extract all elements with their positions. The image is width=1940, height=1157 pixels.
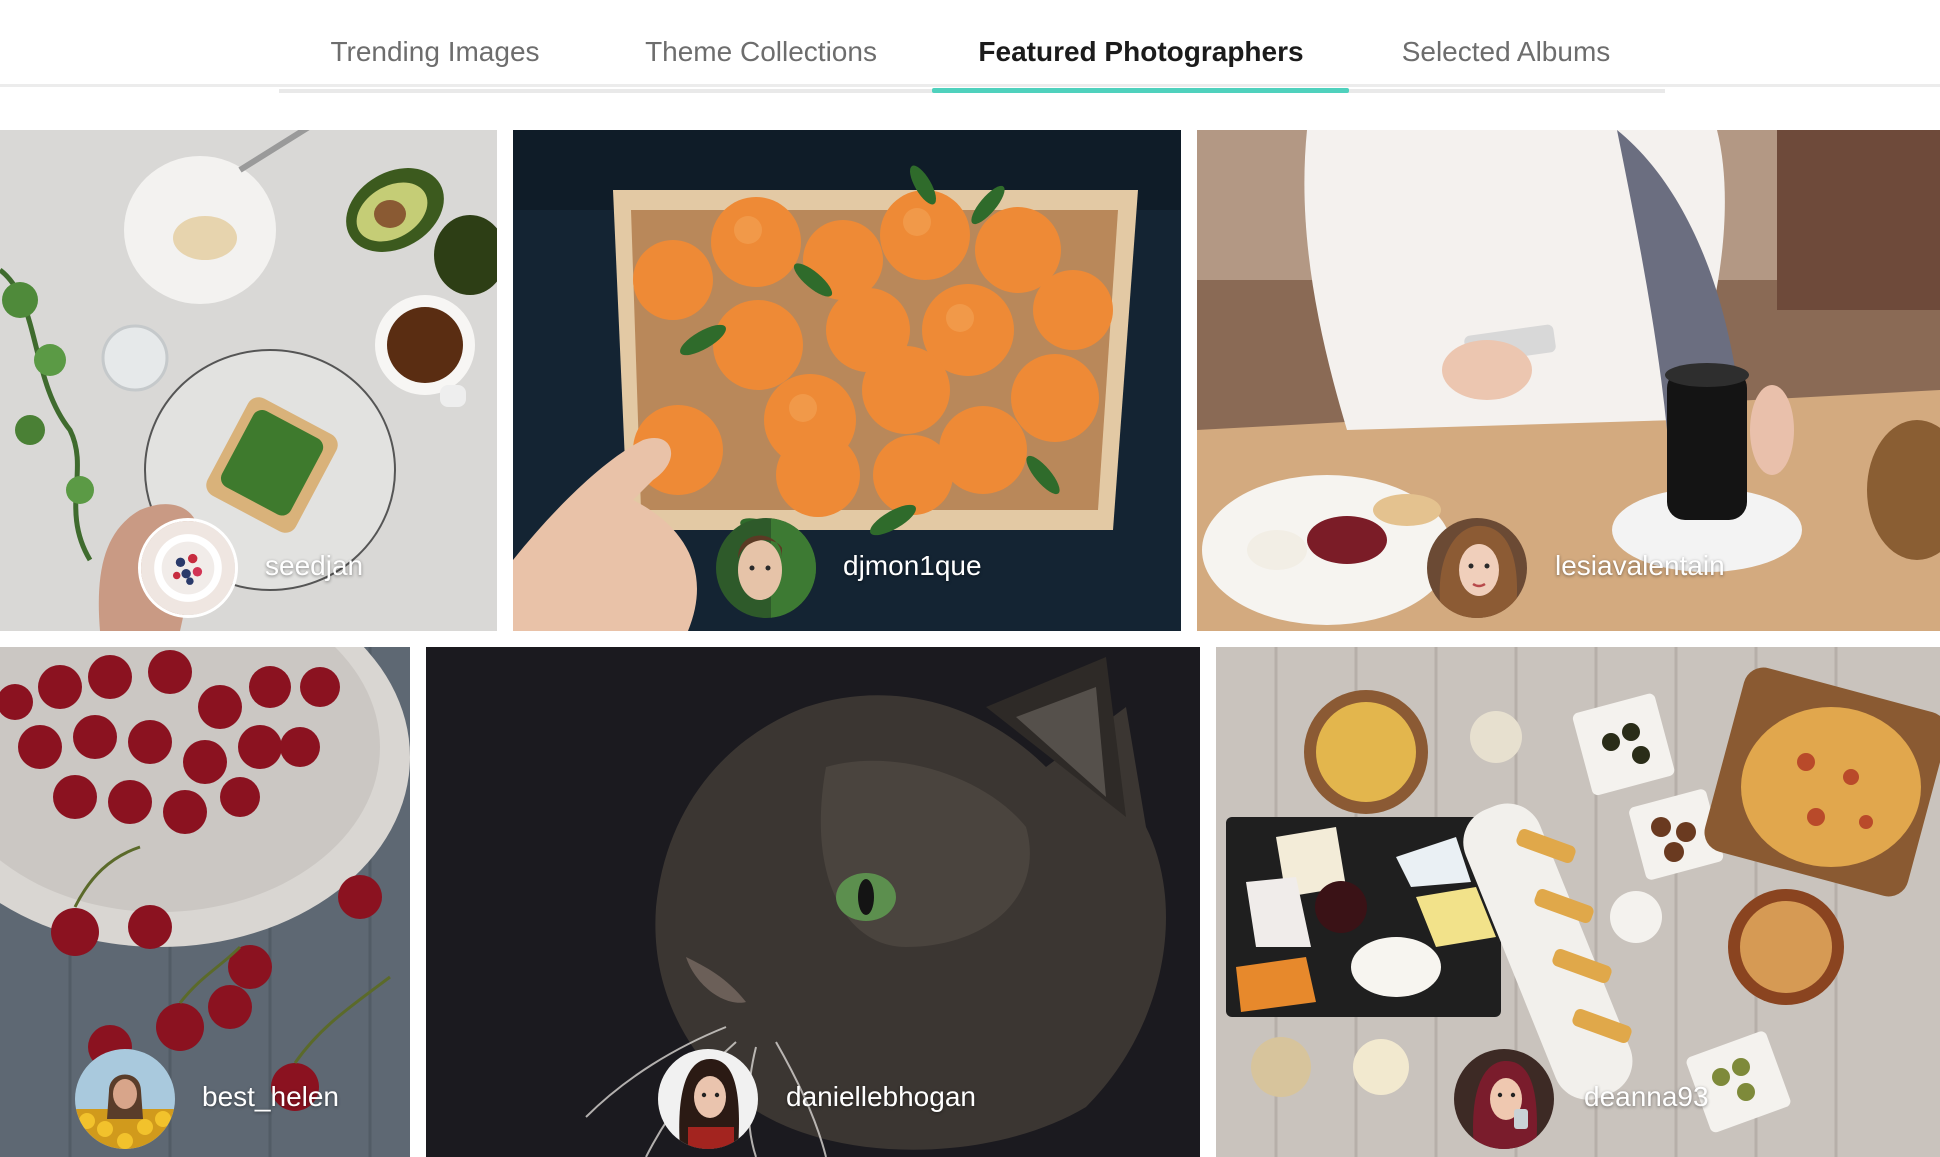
- avatar-seedjan[interactable]: [138, 518, 238, 618]
- photo-snack-board: [1216, 647, 1940, 1157]
- username-deanna93[interactable]: deanna93: [1584, 1081, 1709, 1113]
- featured-photographers-page: Trending Images Theme Collections Featur…: [0, 0, 1940, 1157]
- username-djmon1que[interactable]: djmon1que: [843, 550, 982, 582]
- avatar-image-portrait: [658, 1049, 758, 1149]
- photographer-card-djmon1que[interactable]: djmon1que: [513, 130, 1181, 631]
- active-tab-indicator: [932, 88, 1349, 93]
- avatar-deanna93[interactable]: [1454, 1049, 1554, 1149]
- username-seedjan[interactable]: seedjan: [265, 550, 363, 582]
- username-daniellebhogan[interactable]: daniellebhogan: [786, 1081, 976, 1113]
- tab-bar: Trending Images Theme Collections Featur…: [0, 0, 1940, 93]
- avatar-best-helen[interactable]: [75, 1049, 175, 1149]
- avatar-lesiavalentain[interactable]: [1427, 518, 1527, 618]
- avatar-image-portrait: [1427, 518, 1527, 618]
- photographer-card-best-helen[interactable]: best_helen: [0, 647, 410, 1157]
- tab-theme-collections[interactable]: Theme Collections: [630, 30, 892, 74]
- photographer-card-lesiavalentain[interactable]: lesiavalentain: [1197, 130, 1940, 631]
- username-lesiavalentain[interactable]: lesiavalentain: [1555, 550, 1725, 582]
- avatar-image-sunflowers: [75, 1049, 175, 1149]
- photo-breakfast: [0, 130, 497, 631]
- avatar-image-portrait: [1454, 1049, 1554, 1149]
- avatar-djmon1que[interactable]: [716, 518, 816, 618]
- photographer-card-daniellebhogan[interactable]: daniellebhogan: [426, 647, 1200, 1157]
- tab-bar-divider: [0, 84, 1940, 87]
- photographer-card-seedjan[interactable]: seedjan: [0, 130, 497, 631]
- avatar-daniellebhogan[interactable]: [658, 1049, 758, 1149]
- photographer-card-deanna93[interactable]: deanna93: [1216, 647, 1940, 1157]
- tab-selected-albums[interactable]: Selected Albums: [1386, 30, 1626, 74]
- avatar-image-berry-bowl: [141, 521, 235, 615]
- tab-trending-images[interactable]: Trending Images: [306, 30, 564, 74]
- username-best-helen[interactable]: best_helen: [202, 1081, 339, 1113]
- tab-featured-photographers[interactable]: Featured Photographers: [966, 30, 1316, 74]
- avatar-image-portrait: [716, 518, 816, 618]
